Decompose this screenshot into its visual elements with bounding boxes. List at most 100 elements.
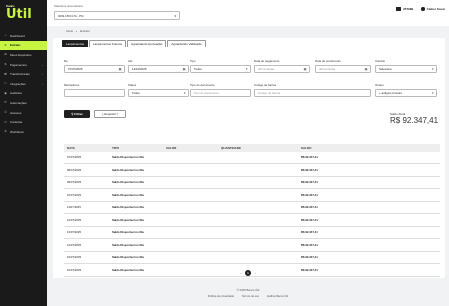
pagination: ‹ 1 › bbox=[240, 270, 256, 276]
sidebar-item-label: Transferências bbox=[10, 72, 30, 77]
filter-button[interactable]: ⚲ Filtrar bbox=[64, 110, 90, 118]
calendar-icon: ▦ bbox=[118, 67, 122, 71]
ordem-select[interactable]: + antigos primeiro ▾ bbox=[375, 89, 437, 97]
calendar-icon: ▦ bbox=[303, 67, 307, 71]
table-body: 07/07/2025 Saldo Disponível no Dia R$ 92.3… bbox=[64, 152, 440, 277]
col-valor: VALOR bbox=[166, 145, 177, 150]
table-cell: R$ 92.347,41 bbox=[301, 205, 318, 210]
logo: Banco Útil bbox=[6, 4, 32, 22]
audit-icon: ◉ bbox=[4, 90, 7, 95]
table-row[interactable]: 13/07/2025 Saldo Disponível no Dia R$ 92.3… bbox=[64, 227, 440, 239]
chevron-down-icon: ▾ bbox=[183, 91, 186, 95]
next-page-button[interactable]: › bbox=[255, 271, 256, 275]
ate-label: Até bbox=[128, 59, 133, 63]
user-icon bbox=[421, 7, 425, 11]
table-row[interactable]: 09/07/2025 Saldo Disponível no Dia R$ 92.3… bbox=[64, 177, 440, 189]
privacy-link[interactable]: Política de privacidade bbox=[208, 295, 234, 298]
de-label: De bbox=[64, 59, 68, 63]
table-row[interactable]: 07/07/2025 Saldo Disponível no Dia R$ 92.3… bbox=[64, 152, 440, 164]
table-cell: R$ 92.347,41 bbox=[301, 167, 318, 172]
export-button[interactable]: ⤓ Exportar ▾ bbox=[94, 110, 126, 118]
sidebar-item-pagamentos[interactable]: $ Pagamentos › bbox=[0, 60, 47, 70]
sidebar-item-label: Auditoria bbox=[10, 91, 22, 96]
status-label: Status bbox=[128, 83, 137, 87]
tipo-documento-field[interactable]: Tipo do documento bbox=[190, 89, 251, 97]
table-row[interactable]: 12/07/2025 Saldo Disponível no Dia R$ 92.3… bbox=[64, 214, 440, 227]
data-pagamento-label: Data de pagamento bbox=[254, 59, 280, 63]
tab-lancamentos-futuros[interactable]: Lançamentos Futuros bbox=[89, 40, 127, 47]
table-row[interactable]: 15/07/2025 Saldo Disponível no Dia R$ 92.3… bbox=[64, 252, 440, 264]
data-pagamento-field[interactable]: dd/mm/aaaa ▦ bbox=[254, 65, 310, 73]
table-cell: R$ 92.347,41 bbox=[301, 230, 318, 235]
calendar-icon: ▦ bbox=[182, 67, 186, 71]
tab-aguardando-aprovacao[interactable]: Aguardando Aprovação bbox=[127, 40, 167, 47]
table-cell: R$ 92.347,41 bbox=[301, 242, 318, 247]
sidebar-nav: ⌂ Dashboard ≡ Extrato ⊞ Meus Depósitos $ Pagame… bbox=[0, 31, 47, 137]
sidebar-item-automacoes[interactable]: ⟳ Automações bbox=[0, 98, 47, 108]
chevron-down-icon: ▾ bbox=[245, 67, 248, 71]
page-1-button[interactable]: 1 bbox=[245, 270, 251, 276]
sidebar-item-meus-depositos[interactable]: ⊞ Meus Depósitos bbox=[0, 50, 47, 60]
list-icon: ≡ bbox=[4, 42, 7, 47]
table-row[interactable]: 08/07/2025 Saldo Disponível no Dia R$ 92.3… bbox=[64, 164, 440, 177]
table-row[interactable]: 11/07/2025 Saldo Disponível no Dia R$ 92.3… bbox=[64, 202, 440, 214]
sidebar-item-carteiras[interactable]: ▭ Carteiras bbox=[0, 117, 47, 127]
chevron-right-icon: › bbox=[42, 72, 43, 77]
tab-lancamentos[interactable]: Lançamentos bbox=[62, 40, 89, 47]
account-label: Selecione uma carteira bbox=[54, 4, 83, 8]
table-cell: Saldo Disponível no Dia bbox=[112, 155, 144, 160]
user-name[interactable]: Cleber Sousi bbox=[427, 7, 445, 11]
table-cell: Saldo Disponível no Dia bbox=[112, 167, 144, 172]
saldo-value: R$ 92.347,41 bbox=[390, 116, 439, 125]
ate-date-field[interactable]: 14/10/2025 ▦ bbox=[128, 65, 189, 73]
sidebar-item-label: Dashboard bbox=[10, 33, 25, 38]
tipo-documento-label: Tipo do documento bbox=[190, 83, 215, 87]
table-row[interactable]: 14/07/2025 Saldo Disponível no Dia R$ 92.3… bbox=[64, 239, 440, 252]
de-date-field[interactable]: 07/07/2025 ▦ bbox=[64, 65, 125, 73]
col-saldo: SALDO bbox=[301, 145, 312, 150]
table-cell: 14/07/2025 bbox=[67, 242, 81, 247]
table-cell: 07/07/2025 bbox=[67, 155, 81, 160]
sidebar-item-dashboard[interactable]: ⌂ Dashboard bbox=[0, 31, 47, 41]
shortcuts-link[interactable]: Atalhos Banco Útil bbox=[267, 295, 288, 298]
table-cell: Saldo Disponível no Dia bbox=[112, 255, 144, 260]
sidebar-item-label: Extrato bbox=[10, 43, 21, 48]
col-data: DATA bbox=[67, 145, 75, 150]
table-cell: 15/07/2025 bbox=[67, 255, 81, 260]
data-vencimento-field[interactable]: dd/mm/aaaa ▦ bbox=[315, 65, 371, 73]
table-cell: R$ 92.347,41 bbox=[301, 267, 318, 272]
table-cell: 11/07/2025 bbox=[67, 205, 81, 210]
top-right: 257989 Cleber Sousi bbox=[396, 7, 445, 11]
table-cell: Saldo Disponível no Dia bbox=[112, 267, 144, 272]
sidebar-item-auditoria[interactable]: ◉ Auditoria bbox=[0, 89, 47, 99]
marcadores-label: Marcadores bbox=[64, 83, 80, 87]
tipo-select[interactable]: Todos ▾ bbox=[190, 65, 251, 73]
table-row[interactable]: 10/07/2025 Saldo Disponível no Dia R$ 92.3… bbox=[64, 189, 440, 202]
chevron-right-icon: › bbox=[76, 29, 78, 33]
chevron-down-icon: ▾ bbox=[174, 14, 176, 18]
status-select[interactable]: Todos ▾ bbox=[128, 89, 189, 97]
sidebar-item-transferencias[interactable]: ⇄ Transferências › bbox=[0, 69, 47, 79]
balance[interactable]: 257989 bbox=[403, 7, 413, 11]
table-cell: 08/07/2025 bbox=[67, 167, 81, 172]
terms-link[interactable]: Termos de uso bbox=[242, 295, 259, 298]
prev-page-button[interactable]: ‹ bbox=[240, 271, 241, 275]
sidebar-item-workflows[interactable]: ⋔ Workflows bbox=[0, 127, 47, 137]
sidebar-item-extrato[interactable]: ≡ Extrato bbox=[0, 40, 47, 51]
codigo-barras-field[interactable]: Código de barras bbox=[254, 89, 371, 97]
footer: © 2025 Banco Útil Política de privacidad… bbox=[47, 288, 449, 298]
ordem-label: Ordem bbox=[375, 83, 384, 87]
sidebar-item-acessos[interactable]: ⚿ Acessos bbox=[0, 108, 47, 118]
table-cell: Saldo Disponível no Dia bbox=[112, 180, 144, 185]
table-cell: Saldo Disponível no Dia bbox=[112, 217, 144, 222]
tab-aguardando-validacao[interactable]: Aguardando Validação bbox=[167, 40, 206, 47]
data-vencimento-label: Data de vencimento bbox=[315, 59, 341, 63]
breadcrumb-home[interactable]: Início bbox=[66, 29, 73, 33]
usuario-select[interactable]: Selecione ▾ bbox=[375, 65, 437, 73]
marcadores-field[interactable] bbox=[64, 89, 125, 97]
col-tipo: TIPO bbox=[112, 145, 120, 150]
account-select[interactable]: 0009-1560 LTA - PM ▾ bbox=[54, 11, 180, 20]
copyright: © 2025 Banco Útil bbox=[236, 288, 260, 292]
sidebar-item-integracoes[interactable]: ⚇ Integrações › bbox=[0, 79, 47, 89]
sidebar-item-label: Workflows bbox=[10, 129, 24, 134]
